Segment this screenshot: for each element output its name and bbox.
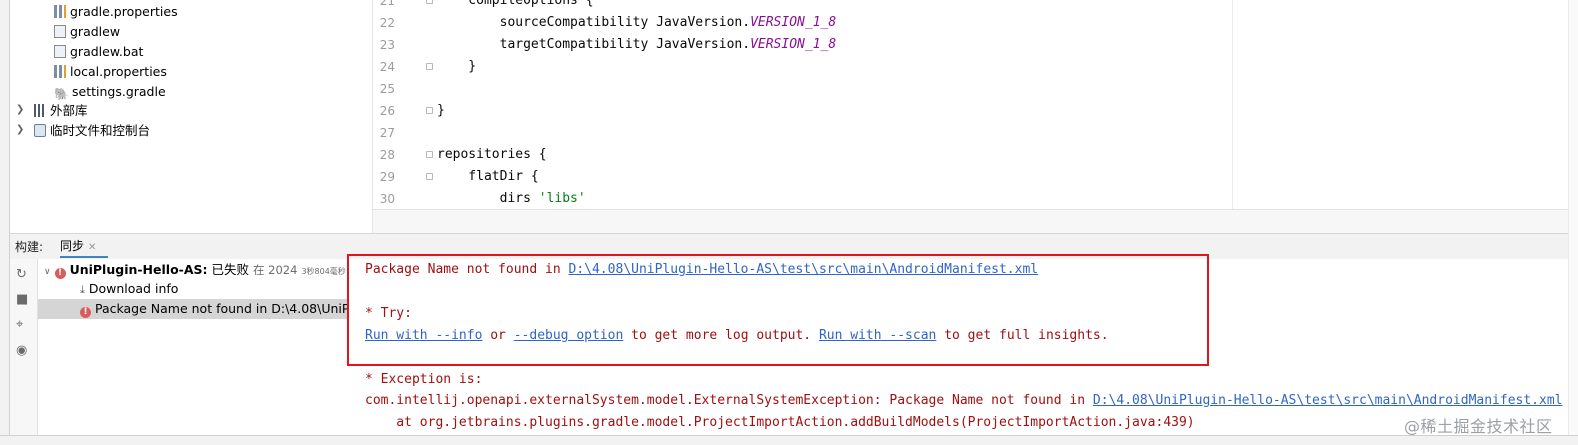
line-number: 27 <box>379 126 395 140</box>
tree-item-local-properties[interactable]: local.properties <box>54 62 167 82</box>
line-number: 21 <box>379 0 395 8</box>
code-line: flatDir { <box>437 169 539 184</box>
tree-item-gradlew[interactable]: gradlew <box>54 22 120 42</box>
properties-file-icon <box>54 65 66 78</box>
scratch-icon <box>34 124 46 137</box>
code-line: } <box>437 59 477 74</box>
refresh-icon[interactable]: ↻ <box>16 267 27 282</box>
line-number: 23 <box>379 38 395 52</box>
watermark: @稀土掘金技术社区 <box>1404 417 1553 436</box>
console-line: at org.jetbrains.plugins.gradle.model.Pr… <box>365 415 1195 430</box>
code-line: sourceCompatibility JavaVersion.VERSION_… <box>437 15 837 30</box>
highlight-box <box>347 254 1209 366</box>
error-icon: ! <box>80 307 91 318</box>
code-line: compileOptions { <box>437 0 594 8</box>
eye-icon[interactable]: ◉ <box>16 343 27 358</box>
line-number: 26 <box>379 104 395 118</box>
code-line: repositories { <box>437 147 547 162</box>
script-file-icon <box>54 25 66 38</box>
tree-item-gradlew-bat[interactable]: gradlew.bat <box>54 42 143 62</box>
code-line: } <box>437 103 445 118</box>
right-margin-guide <box>1232 0 1233 209</box>
line-number: 29 <box>379 170 395 184</box>
tree-item-gradle-properties[interactable]: gradle.properties <box>54 2 178 22</box>
fold-marker-icon[interactable] <box>426 107 433 114</box>
vertical-scrollbar[interactable] <box>1568 0 1578 444</box>
left-tool-strip <box>0 0 10 444</box>
fold-marker-icon[interactable] <box>426 151 433 158</box>
pin-icon[interactable]: ⌖ <box>16 317 23 332</box>
chevron-right-icon[interactable]: ❯ <box>16 104 24 115</box>
enum-constant: VERSION_1_8 <box>750 37 837 52</box>
string-literal: 'libs' <box>538 191 586 206</box>
line-number: 25 <box>379 82 395 96</box>
line-number: 30 <box>379 192 395 206</box>
text-file-icon <box>54 45 66 58</box>
fold-marker-icon[interactable] <box>426 63 433 70</box>
line-number: 28 <box>379 148 395 162</box>
line-number: 22 <box>379 16 395 30</box>
properties-file-icon <box>54 5 66 18</box>
editor-breadcrumb-bar <box>373 209 1568 234</box>
project-tree-pane: gradle.properties gradlew gradlew.bat lo… <box>10 0 373 233</box>
build-node-error[interactable]: ! Package Name not found in D:\4.08\UniP… <box>38 299 348 319</box>
code-editor[interactable]: 21 22 23 24 25 26 27 28 29 30 compileOpt… <box>373 0 1568 209</box>
fold-marker-icon[interactable] <box>426 0 433 4</box>
console-line: * Exception is: <box>365 372 483 387</box>
gradle-icon: 🐘 <box>54 87 69 101</box>
line-number: 24 <box>379 60 395 74</box>
download-icon: ⤓ <box>80 283 85 296</box>
error-icon: ! <box>54 268 66 279</box>
build-tree: ∨ ! UniPlugin-Hello-AS: 已失败 在 2024 3秒804… <box>38 259 348 444</box>
tree-item-external-libraries[interactable]: 外部库 <box>34 101 88 121</box>
code-line: dirs 'libs' <box>437 191 586 206</box>
build-toolbar: ↻ ■ ⌖ ◉ <box>10 259 38 444</box>
exception-manifest-link[interactable]: D:\4.08\UniPlugin-Hello-AS\test\src\main… <box>1093 393 1563 408</box>
fold-marker-icon[interactable] <box>426 173 433 180</box>
build-node-download-info[interactable]: ⤓ Download info <box>80 279 178 299</box>
build-root-node[interactable]: ∨ ! UniPlugin-Hello-AS: 已失败 在 2024 3秒804… <box>44 260 346 280</box>
library-icon <box>34 104 46 117</box>
console-line: com.intellij.openapi.externalSystem.mode… <box>365 393 1563 408</box>
active-tab-indicator <box>60 256 108 258</box>
tree-item-scratches[interactable]: 临时文件和控制台 <box>34 121 150 141</box>
build-label: 构建: <box>15 240 44 254</box>
chevron-down-icon[interactable]: ∨ <box>44 267 51 277</box>
enum-constant: VERSION_1_8 <box>750 15 837 30</box>
stop-icon[interactable]: ■ <box>16 292 28 307</box>
tab-sync[interactable]: 同步 ✕ <box>60 234 96 258</box>
close-icon[interactable]: ✕ <box>88 242 96 253</box>
code-line: targetCompatibility JavaVersion.VERSION_… <box>437 37 837 52</box>
tree-item-settings-gradle[interactable]: 🐘 settings.gradle <box>54 82 166 102</box>
chevron-right-icon[interactable]: ❯ <box>16 124 24 135</box>
